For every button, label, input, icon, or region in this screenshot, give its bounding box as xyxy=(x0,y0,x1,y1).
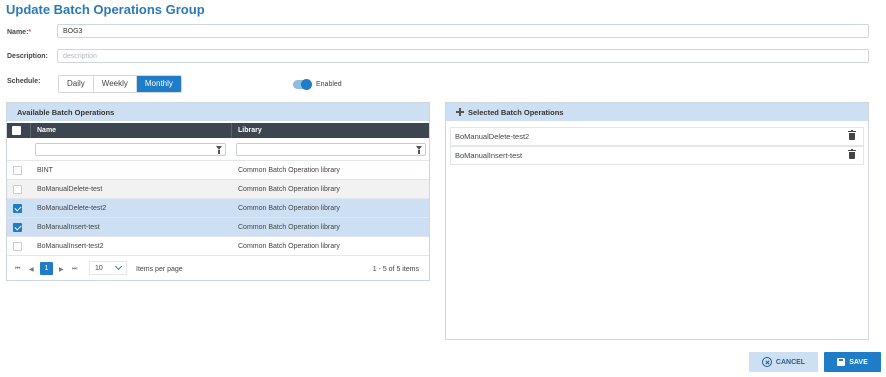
available-operations-panel: Available Batch Operations Name Library … xyxy=(6,102,430,281)
page-size-value: 10 xyxy=(95,265,103,272)
page-title: Update Batch Operations Group xyxy=(6,2,205,17)
row-name: BoManualInsert-test2 xyxy=(37,243,104,250)
name-filter-input[interactable] xyxy=(35,143,226,156)
selected-item: BoManualInsert-test xyxy=(450,146,864,165)
row-name: BoManualInsert-test xyxy=(37,224,100,231)
selected-operations-panel: Selected Batch Operations BoManualDelete… xyxy=(445,102,869,340)
pager: ⏮ ◀ 1 ▶ ⏭ 10 Items per page 1 - 5 of 5 i… xyxy=(7,258,429,282)
available-panel-title: Available Batch Operations xyxy=(7,103,429,121)
library-filter-input[interactable] xyxy=(236,143,426,156)
save-label: SAVE xyxy=(849,358,868,366)
row-library: Common Batch Operation library xyxy=(238,224,340,231)
pager-range-text: 1 - 5 of 5 items xyxy=(372,266,419,273)
name-label: Name:* xyxy=(7,29,32,36)
row-library: Common Batch Operation library xyxy=(238,243,340,250)
first-page-button[interactable]: ⏮ xyxy=(15,266,20,273)
required-marker: * xyxy=(28,29,32,36)
row-checkbox[interactable] xyxy=(13,185,22,194)
filter-icon[interactable] xyxy=(216,146,222,154)
column-divider xyxy=(231,123,232,138)
row-name: BINT xyxy=(37,167,53,174)
schedule-weekly-option[interactable]: Weekly xyxy=(93,76,137,92)
row-library: Common Batch Operation library xyxy=(238,167,340,174)
trash-icon[interactable] xyxy=(848,149,856,159)
table-row[interactable]: BoManualInsert-test2 Common Batch Operat… xyxy=(7,237,429,256)
last-page-button[interactable]: ⏭ xyxy=(72,266,77,273)
next-page-button[interactable]: ▶ xyxy=(59,266,64,273)
selected-panel-title: Selected Batch Operations xyxy=(468,107,564,117)
row-checkbox[interactable] xyxy=(13,204,22,213)
row-checkbox[interactable] xyxy=(13,223,22,232)
schedule-daily-option[interactable]: Daily xyxy=(59,76,94,92)
chevron-down-icon xyxy=(114,262,123,271)
move-icon xyxy=(456,108,464,116)
filter-icon[interactable] xyxy=(416,146,422,154)
cancel-button[interactable]: CANCEL xyxy=(749,352,818,372)
select-all-checkbox[interactable] xyxy=(12,126,21,135)
selected-item-name: BoManualDelete-test2 xyxy=(455,132,530,141)
close-icon xyxy=(761,357,772,367)
row-checkbox[interactable] xyxy=(13,166,22,175)
enabled-label: Enabled xyxy=(316,81,342,88)
cancel-label: CANCEL xyxy=(775,358,806,366)
table-row[interactable]: BoManualDelete-test Common Batch Operati… xyxy=(7,180,429,199)
name-field[interactable]: BOG3 xyxy=(57,24,869,38)
table-row[interactable]: BINT Common Batch Operation library xyxy=(7,161,429,180)
page-size-select[interactable]: 10 xyxy=(89,261,127,275)
library-column-header[interactable]: Library xyxy=(238,123,262,138)
save-button[interactable]: SAVE xyxy=(824,352,881,372)
prev-page-button[interactable]: ◀ xyxy=(29,266,34,273)
column-divider xyxy=(30,123,31,138)
grid-header: Name Library xyxy=(7,123,429,138)
description-label: Description: xyxy=(7,53,48,60)
toggle-knob xyxy=(301,79,312,90)
row-checkbox[interactable] xyxy=(13,242,22,251)
items-per-page-label: Items per page xyxy=(136,266,183,273)
row-library: Common Batch Operation library xyxy=(238,186,340,193)
row-library: Common Batch Operation library xyxy=(238,205,340,212)
enabled-toggle[interactable] xyxy=(293,79,312,90)
description-field[interactable]: description xyxy=(57,49,869,63)
current-page-button[interactable]: 1 xyxy=(40,262,53,275)
schedule-label: Schedule: xyxy=(7,78,41,85)
name-column-header[interactable]: Name xyxy=(37,123,56,138)
row-name: BoManualDelete-test2 xyxy=(37,205,107,212)
schedule-monthly-option[interactable]: Monthly xyxy=(136,76,181,92)
selected-item-name: BoManualInsert-test xyxy=(455,151,523,160)
schedule-selector: Daily Weekly Monthly xyxy=(58,75,182,93)
row-name: BoManualDelete-test xyxy=(37,186,103,193)
table-row[interactable]: BoManualDelete-test2 Common Batch Operat… xyxy=(7,199,429,218)
save-icon xyxy=(837,358,846,366)
trash-icon[interactable] xyxy=(848,130,856,140)
table-row[interactable]: BoManualInsert-test Common Batch Operati… xyxy=(7,218,429,237)
selected-item: BoManualDelete-test2 xyxy=(450,127,864,146)
filter-row xyxy=(7,138,429,161)
selected-panel-header: Selected Batch Operations xyxy=(446,103,868,121)
